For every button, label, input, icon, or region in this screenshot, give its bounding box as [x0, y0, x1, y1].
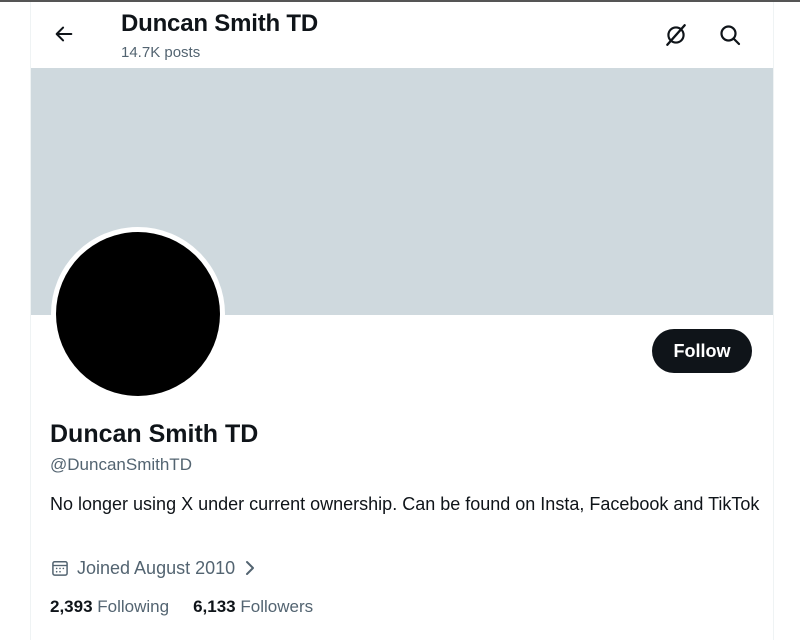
calendar-icon [50, 558, 70, 578]
user-handle: @DuncanSmithTD [50, 455, 192, 474]
profile-panel: Duncan Smith TD 14.7K posts Follow Dunca… [30, 2, 774, 640]
joined-date[interactable]: Joined August 2010 [50, 556, 258, 580]
joined-label: Joined August 2010 [77, 557, 236, 578]
followers-label: Followers [240, 597, 314, 616]
follow-stats: 2,393 Following 6,133 Followers [50, 597, 337, 617]
search-button[interactable] [713, 18, 747, 52]
display-name: Duncan Smith TD [50, 420, 259, 448]
search-icon [720, 25, 741, 46]
profile-bio: No longer using X under current ownershi… [50, 494, 760, 514]
avatar-frame[interactable] [51, 227, 225, 401]
profile-header: Duncan Smith TD 14.7K posts [31, 2, 773, 68]
header-title: Duncan Smith TD [121, 10, 319, 37]
arrow-left-icon [55, 26, 73, 42]
back-button[interactable] [46, 16, 82, 52]
following-label: Following [97, 597, 170, 616]
grok-button[interactable] [659, 18, 693, 52]
following-count: 2,393 [50, 597, 93, 616]
following-link[interactable]: 2,393 Following [50, 597, 169, 617]
follow-button[interactable]: Follow [652, 329, 752, 373]
grok-icon [666, 24, 686, 46]
followers-link[interactable]: 6,133 Followers [193, 597, 313, 617]
followers-count: 6,133 [193, 597, 236, 616]
chevron-right-icon [242, 559, 258, 577]
post-count: 14.7K posts [121, 44, 201, 61]
avatar[interactable] [56, 232, 220, 396]
